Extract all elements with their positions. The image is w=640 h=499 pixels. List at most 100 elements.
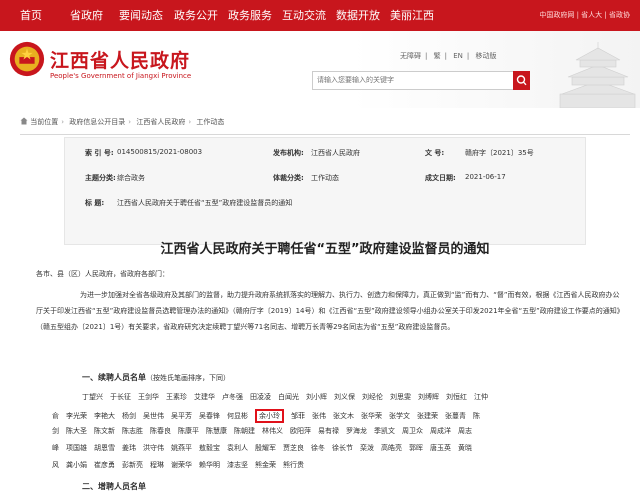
publisher-value: 江西省人民政府 [311,149,360,157]
person-name: 徐长节 [332,444,353,452]
person-name: 江仲 [474,393,488,401]
person-name: 陈春良 [150,427,171,435]
person-name: 刘恒红 [446,393,467,401]
date-value: 2021-06-17 [465,173,506,181]
site-subtitle: People's Government of Jiangxi Province [50,72,192,80]
person-name: 陈朝建 [234,427,255,435]
mobile-version-link[interactable]: 移动版 [475,52,496,60]
site-title[interactable]: 江西省人民政府 [50,46,190,73]
nav-home[interactable]: 首页 [20,0,42,31]
person-name: 高皓亮 [381,444,402,452]
person-name: 风 [52,461,59,469]
person-name: 俞 [52,412,59,420]
breadcrumb: 当前位置 › 政府信息公开目录 › 江西省人民政府 › 工作动态 [20,117,224,131]
date-label: 成文日期: [425,174,456,182]
person-name: 陈康平 [178,427,199,435]
person-name: 龚小娟 [66,461,87,469]
top-nav-bar: 首页 省政府 要闻动态 政务公开 政务服务 互动交流 数据开放 美丽江西 中国政… [0,0,640,31]
person-name: 刘经伦 [362,393,383,401]
search-box [312,71,514,90]
person-name: 刘小辉 [306,393,327,401]
person-name: 刘缚辉 [418,393,439,401]
person-name: 王剑华 [138,393,159,401]
home-icon [20,117,28,125]
traditional-chinese-link[interactable]: 繁 [434,52,441,60]
person-name: 刘思雯 [390,393,411,401]
person-name: 王素珍 [166,393,187,401]
person-name: 陈慧康 [206,427,227,435]
person-name: 峰 [52,444,59,452]
person-name: 张华荣 [361,412,382,420]
person-name: 邹菲 [291,412,305,420]
nav-government-affairs[interactable]: 政务公开 [174,0,218,31]
person-name: 项国雄 [66,444,87,452]
person-name: 周志 [458,427,472,435]
person-name: 季凯文 [374,427,395,435]
person-name: 李光荣 [66,412,87,420]
top-right-links[interactable]: 中国政府网 | 省人大 | 省政协 [539,0,630,31]
index-value: 014500815/2021-08003 [117,148,203,156]
index-label: 索 引 号: [85,149,114,157]
person-name: 易有禄 [318,427,339,435]
person-name: 姜玮 [122,444,136,452]
person-name: 艾建华 [194,393,215,401]
person-name: 陈文新 [94,427,115,435]
nav-provincial-government[interactable]: 省政府 [70,0,103,31]
names-row-2: 俞李光荣 李艳大 杨剑 吴世伟 吴平芳 吴春锋 何显彬 余小玲 邹菲 张伟 张文木 张华荣 张学文 张建荣… [52,409,487,423]
person-name: 张文木 [333,412,354,420]
person-name: 杨剑 [122,412,136,420]
docno-label: 文 号: [425,149,445,157]
person-name: 敖毅宝 [199,444,220,452]
names-row-1: 丁望兴 于长征 王剑华 王素珍 艾建华 卢冬强 田凌凌 白闻光 刘小辉 刘义保 刘经伦 刘思雯 刘缚辉刘… [82,392,495,402]
person-name: 吴世伟 [143,412,164,420]
header-utility-links: 无障碍 | 繁 | EN | 移动版 [400,52,497,60]
search-button[interactable] [513,71,530,90]
search-input[interactable] [317,73,505,87]
nav-open-data[interactable]: 数据开放 [336,0,380,31]
person-name: 周成洋 [430,427,451,435]
category-label: 主题分类: [85,174,116,182]
highlighted-person-name: 余小玲 [255,409,284,423]
person-name: 陈大圣 [66,427,87,435]
person-name: 崔彦勇 [94,461,115,469]
person-name: 陈志胜 [122,427,143,435]
breadcrumb-provincial-government[interactable]: 江西省人民政府 [136,118,185,126]
person-name: 唐玉英 [430,444,451,452]
breadcrumb-catalog[interactable]: 政府信息公开目录 [69,118,125,126]
names-row-5: 风龚小娟 崔彦勇 彭新亮 程琳 谢荣华 赖华明 漆志坚 熊金荣 熊行贵 [52,460,311,470]
person-name: 赖华明 [199,461,220,469]
nav-government-services[interactable]: 政务服务 [228,0,272,31]
names-row-4: 峰项国雄 胡恩雪 姜玮 洪守伟 姚燕平 敖毅宝 袁利人 殷耀军 贾芝良 徐冬 徐长节 栾泼 高皓亮 郭晖唐… [52,443,479,453]
person-name: 卢冬强 [222,393,243,401]
breadcrumb-divider [20,134,630,135]
person-name: 吴平芳 [171,412,192,420]
docno-value: 赣府字〔2021〕35号 [465,149,534,157]
person-name: 贾芝良 [283,444,304,452]
english-link[interactable]: EN [453,52,463,60]
person-name: 袁利人 [227,444,248,452]
breadcrumb-current: 当前位置 [30,118,59,126]
accessibility-link[interactable]: 无障碍 [400,52,421,60]
person-name: 丁望兴 [82,393,103,401]
person-name: 欧阳萍 [290,427,311,435]
breadcrumb-work-news[interactable]: 工作动态 [196,118,224,126]
person-name: 洪守伟 [143,444,164,452]
person-name: 程琳 [150,461,164,469]
person-name: 彭新亮 [122,461,143,469]
nav-interaction[interactable]: 互动交流 [282,0,326,31]
person-name: 于长征 [110,393,131,401]
person-name: 刘义保 [334,393,355,401]
person-name: 张蔓青 [445,412,466,420]
person-name: 胡恩雪 [94,444,115,452]
section1-heading: 一、续聘人员名单（按姓氏笔画排序，下同） [82,373,230,382]
person-name: 漆志坚 [227,461,248,469]
person-name: 李艳大 [94,412,115,420]
nav-beautiful-jiangxi[interactable]: 美丽江西 [390,0,434,31]
person-name: 林伟义 [262,427,283,435]
nav-news[interactable]: 要闻动态 [119,0,163,31]
intro-paragraph: 为进一步加强对全省各级政府及其部门的监督，助力提升政府系统抓落实的理解力、执行力… [36,291,624,331]
search-icon [516,75,527,86]
tengwang-pavilion-illustration [559,42,636,108]
title-label: 标 题: [85,199,105,207]
person-name: 徐冬 [311,444,325,452]
